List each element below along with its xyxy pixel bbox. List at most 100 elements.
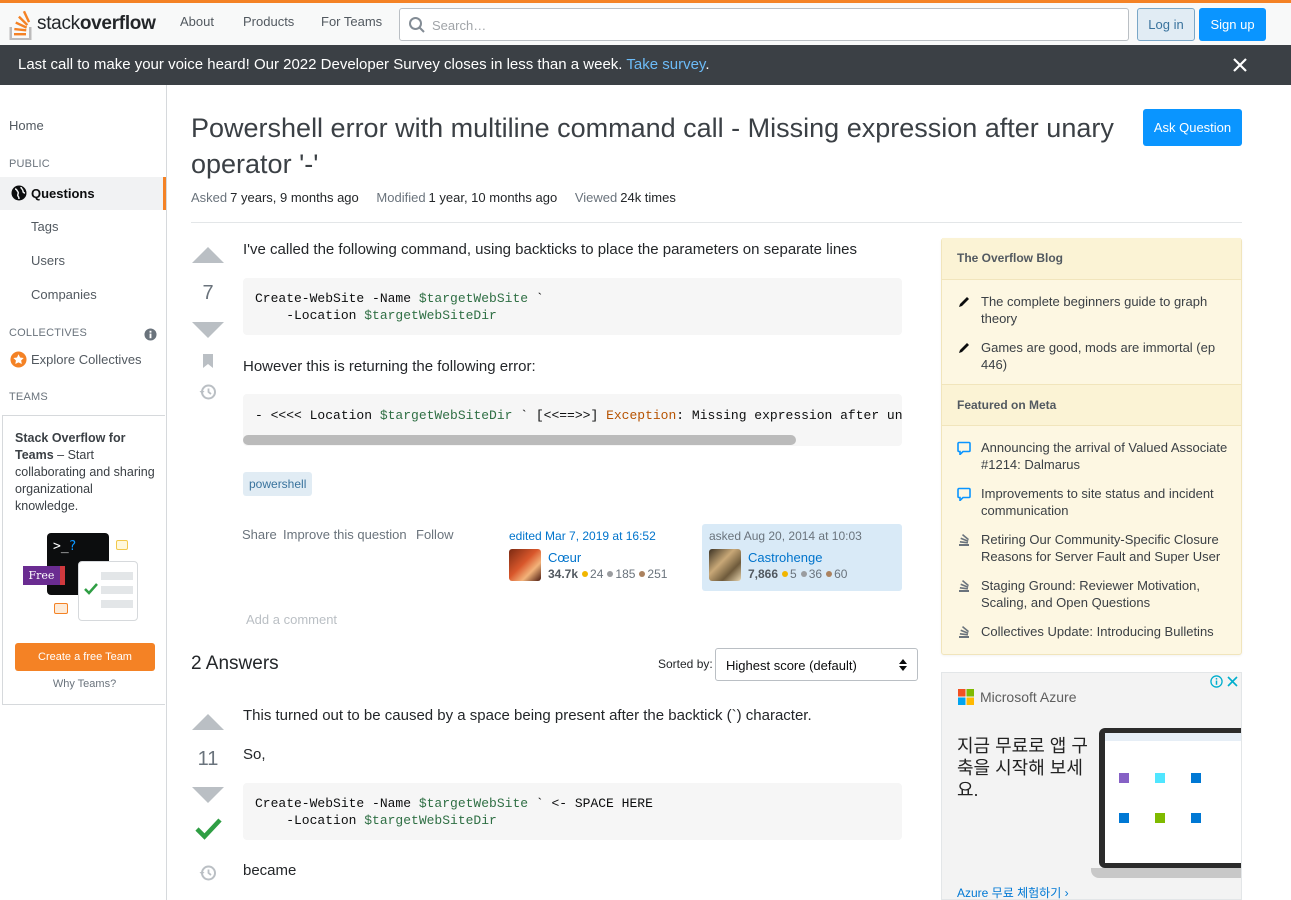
- overflow-blog-widget: The Overflow Blog The complete beginners…: [941, 238, 1242, 655]
- upvote-icon[interactable]: [192, 714, 224, 730]
- avatar[interactable]: [709, 549, 741, 581]
- left-sidebar: Home PUBLIC Questions Tags Users Compani…: [0, 85, 167, 900]
- sidebar-item-tags[interactable]: Tags: [31, 219, 58, 234]
- question-score: 7: [202, 282, 214, 304]
- modified-value[interactable]: 1 year, 10 months ago: [429, 190, 558, 205]
- blog-heading: The Overflow Blog: [942, 238, 1241, 280]
- editor-card: edited Mar 7, 2019 at 16:52 Cœur 34.7k 24…: [502, 524, 702, 591]
- info-icon[interactable]: [144, 328, 157, 341]
- teams-promo: Stack Overflow for Teams – Start collabo…: [2, 415, 165, 705]
- sidebar-section-public: PUBLIC: [9, 158, 50, 170]
- history-icon[interactable]: [199, 864, 217, 882]
- advertisement[interactable]: Microsoft Azure 지금 무료로 앱 구축을 시작해 보세요. Az…: [941, 672, 1242, 900]
- sidebar-item-companies[interactable]: Companies: [31, 287, 97, 302]
- answers-heading: 2 Answers: [191, 653, 279, 674]
- ask-question-button[interactable]: Ask Question: [1143, 109, 1242, 146]
- sort-label: Sorted by:: [658, 657, 713, 671]
- ad-info-icon[interactable]: [1210, 675, 1223, 688]
- take-survey-link[interactable]: Take survey: [626, 56, 705, 73]
- sort-value: Highest score (default): [726, 658, 857, 673]
- sidebar-item-questions[interactable]: Questions: [0, 177, 166, 210]
- answer-body-paragraph: became: [243, 862, 297, 879]
- search-icon: [409, 17, 425, 33]
- error-code-block[interactable]: - <<<< Location $targetWebSiteDir ` [<<=…: [243, 394, 902, 446]
- chat-bubble-icon: [957, 487, 971, 501]
- sidebar-item-home[interactable]: Home: [9, 118, 44, 133]
- share-link[interactable]: Share: [242, 527, 277, 542]
- edited-timestamp[interactable]: edited Mar 7, 2019 at 16:52: [509, 529, 656, 543]
- ad-headline: 지금 무료로 앱 구축을 시작해 보세요.: [957, 736, 1088, 800]
- modified-label: Modified: [376, 190, 426, 205]
- asked-value: 7 years, 9 months ago: [230, 190, 359, 205]
- sidebar-section-teams: TEAMS: [9, 391, 48, 403]
- user-reputation: 34.7k 24 185 251: [548, 567, 668, 581]
- user-name[interactable]: Cœur: [548, 550, 581, 565]
- add-comment-link[interactable]: Add a comment: [246, 612, 337, 627]
- ad-brand: Microsoft Azure: [980, 689, 1077, 705]
- site-logo[interactable]: stackoverflow: [9, 6, 156, 42]
- teams-promo-text: Stack Overflow for Teams – Start collabo…: [15, 431, 155, 513]
- horizontal-scrollbar[interactable]: [243, 435, 796, 445]
- stack-overflow-logo-icon: [9, 10, 32, 40]
- viewed-value: 24k times: [620, 190, 676, 205]
- why-teams-link[interactable]: Why Teams?: [3, 678, 166, 690]
- sidebar-item-users[interactable]: Users: [31, 253, 65, 268]
- ad-close-icon[interactable]: [1227, 676, 1238, 687]
- laptop-illustration: [1091, 728, 1241, 888]
- question-body-paragraph: I've called the following command, using…: [243, 241, 858, 258]
- close-icon[interactable]: [1232, 57, 1248, 73]
- answer-body-paragraph: This turned out to be caused by a space …: [243, 707, 812, 724]
- improve-question-link[interactable]: Improve this question: [283, 527, 407, 542]
- asked-timestamp: asked Aug 20, 2014 at 10:03: [709, 529, 862, 543]
- sidebar-item-explore-collectives[interactable]: Explore Collectives: [31, 352, 142, 367]
- pencil-icon: [959, 297, 969, 307]
- search-input[interactable]: Search…: [399, 8, 1129, 41]
- nav-products[interactable]: Products: [243, 14, 294, 29]
- asked-label: Asked: [191, 190, 228, 205]
- teams-illustration: >_? Free: [21, 533, 143, 628]
- nav-about[interactable]: About: [180, 14, 214, 29]
- search-placeholder: Search…: [432, 18, 487, 33]
- user-reputation: 7,866 5 36 60: [748, 567, 848, 581]
- sidebar-section-collectives: COLLECTIVES: [9, 327, 88, 339]
- stack-exchange-icon: [959, 626, 969, 638]
- question-body-paragraph: However this is returning the following …: [243, 358, 536, 375]
- stack-exchange-icon: [959, 534, 969, 546]
- ad-link[interactable]: Azure 무료 체험하기 ›: [957, 884, 1069, 899]
- follow-link[interactable]: Follow: [416, 527, 454, 542]
- microsoft-logo-icon: [958, 689, 974, 705]
- chat-bubble-icon: [54, 603, 68, 614]
- avatar[interactable]: [509, 549, 541, 581]
- sidebar-item-questions-label: Questions: [31, 186, 95, 201]
- viewed-label: Viewed: [574, 190, 618, 205]
- create-free-team-button[interactable]: Create a free Team: [15, 643, 155, 671]
- signup-button[interactable]: Sign up: [1199, 8, 1266, 41]
- chat-bubble-icon: [957, 441, 971, 455]
- answer-body-paragraph: So,: [243, 746, 266, 763]
- survey-banner: Last call to make your voice heard! Our …: [0, 45, 1291, 85]
- accepted-check-icon: [195, 818, 222, 840]
- downvote-icon[interactable]: [192, 787, 224, 803]
- history-icon[interactable]: [199, 383, 217, 401]
- pencil-icon: [959, 343, 969, 353]
- page-title[interactable]: Powershell error with multiline command …: [191, 110, 1131, 182]
- bookmark-icon[interactable]: [202, 353, 214, 369]
- chat-bubble-icon: [116, 540, 128, 550]
- nav-for-teams[interactable]: For Teams: [321, 14, 382, 29]
- sort-arrows-icon: [899, 659, 907, 671]
- stack-exchange-icon: [959, 580, 969, 592]
- collectives-icon: [10, 351, 27, 368]
- question-meta: Asked 7 years, 9 months ago Modified 1 yea…: [191, 190, 690, 205]
- free-badge: Free: [23, 566, 65, 585]
- sort-select[interactable]: Highest score (default): [715, 648, 918, 681]
- downvote-icon[interactable]: [192, 322, 224, 338]
- asker-card: asked Aug 20, 2014 at 10:03 Castrohenge …: [702, 524, 902, 591]
- code-block[interactable]: Create-WebSite -Name $targetWebSite ` <-…: [243, 783, 902, 840]
- user-name[interactable]: Castrohenge: [748, 550, 822, 565]
- upvote-icon[interactable]: [192, 247, 224, 263]
- banner-message: Last call to make your voice heard! Our …: [18, 56, 710, 73]
- login-button[interactable]: Log in: [1137, 8, 1195, 41]
- divider: [191, 222, 1242, 223]
- code-block[interactable]: Create-WebSite -Name $targetWebSite ` -L…: [243, 278, 902, 335]
- tag-powershell[interactable]: powershell: [243, 472, 313, 496]
